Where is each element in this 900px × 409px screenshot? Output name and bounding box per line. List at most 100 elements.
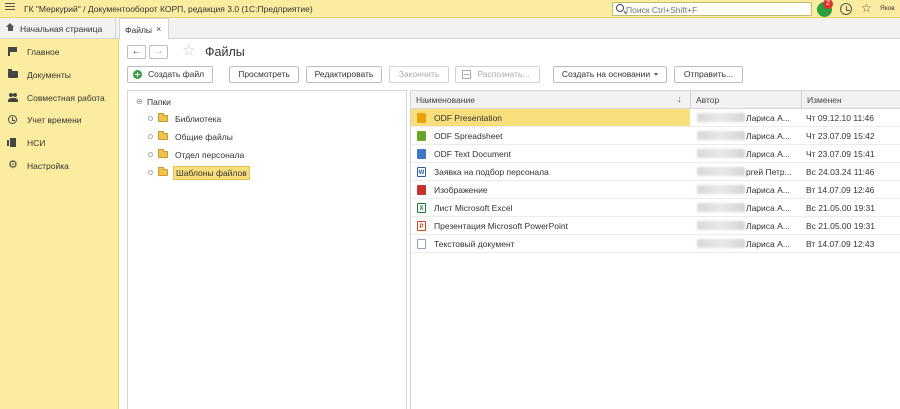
file-modified: Вт 14.07.09 12:43	[806, 239, 875, 249]
name-cell[interactable]: P Презентация Microsoft PowerPoint	[411, 217, 690, 234]
table-row[interactable]: Изображение Лариса А... Вт 14.07.09 12:46	[411, 181, 900, 199]
folder-label: Отдел персонала	[175, 150, 245, 160]
file-list: Наименование ↓ Автор Изменен ODF Present…	[410, 90, 900, 409]
folder-label: Общие файлы	[175, 132, 233, 142]
create-based-on-label: Создать на основании	[561, 69, 651, 79]
column-separator	[690, 91, 691, 109]
sidebar-item-label: НСИ	[27, 138, 46, 148]
tab-home[interactable]: Начальная страница	[0, 18, 116, 39]
file-name: ODF Text Document	[434, 149, 511, 159]
user-name[interactable]: Яков	[880, 5, 895, 12]
tree-folder-library[interactable]: Библиотека	[148, 112, 258, 126]
main-menu-icon[interactable]	[5, 3, 15, 13]
sidebar-item-main[interactable]: Главное	[0, 43, 119, 61]
folder-label: Библиотека	[175, 114, 222, 124]
name-cell[interactable]: W Заявка на подбор персонала	[411, 163, 690, 180]
view-button[interactable]: Просмотреть	[229, 66, 299, 83]
chevron-down-icon	[654, 73, 659, 77]
file-author: ргей Петр...	[746, 167, 792, 177]
table-row[interactable]: W Заявка на подбор персонала ргей Петр... В…	[411, 163, 900, 181]
folder-icon	[158, 131, 168, 140]
search-input[interactable]	[626, 4, 806, 15]
tree-node-dot	[148, 152, 153, 157]
create-file-button[interactable]: Создать файл	[127, 66, 213, 83]
tree-node-dot	[148, 116, 153, 121]
tree-node-dot	[148, 134, 153, 139]
file-name: Заявка на подбор персонала	[434, 167, 549, 177]
table-row[interactable]: X Лист Microsoft Excel Лариса А... Вс 21.05…	[411, 199, 900, 217]
file-odp-icon	[417, 113, 426, 123]
notifications-badge: 2	[823, 0, 833, 9]
file-author: Лариса А...	[746, 239, 790, 249]
main-content: ← → ☆ Файлы Создать файл Просмотреть Ред…	[119, 39, 900, 409]
forward-button[interactable]: →	[149, 45, 168, 59]
folder-icon	[158, 149, 168, 158]
title-bar: ГК "Меркурий" / Документооборот КОРП, ре…	[0, 0, 900, 18]
folder-icon	[8, 69, 18, 78]
file-name: Лист Microsoft Excel	[434, 203, 513, 213]
file-name: ODF Presentation	[434, 113, 503, 123]
file-img-icon	[417, 185, 426, 195]
add-to-favorites-icon[interactable]: ☆	[182, 43, 195, 59]
plus-icon	[133, 70, 142, 79]
edit-button[interactable]: Редактировать	[306, 66, 382, 83]
file-ppt-icon: P	[417, 221, 426, 231]
table-row[interactable]: P Презентация Microsoft PowerPoint Лариса …	[411, 217, 900, 235]
table-row[interactable]: ODF Spreadsheet Лариса А... Чт 23.07.09 15…	[411, 127, 900, 145]
sidebar-item-nsi[interactable]: НСИ	[0, 134, 119, 152]
send-button[interactable]: Отправить...	[674, 66, 743, 83]
folder-icon	[158, 167, 168, 176]
tree-folder-hr[interactable]: Отдел персонала	[148, 148, 258, 162]
file-doc-icon: W	[417, 167, 426, 177]
notifications-button[interactable]: 2	[817, 0, 833, 17]
table-row[interactable]: ODF Presentation Лариса А... Чт 09.12.10 1…	[411, 109, 900, 127]
table-row[interactable]: Текстовый документ Лариса А... Вт 14.07.09…	[411, 235, 900, 253]
tree-node-dot	[148, 170, 153, 175]
tab-files[interactable]: Файлы ×	[119, 18, 169, 40]
name-cell[interactable]: X Лист Microsoft Excel	[411, 199, 690, 216]
gear-icon: ⚙	[8, 159, 18, 171]
tabs-bar: Начальная страница Файлы ×	[0, 18, 900, 40]
sidebar-item-settings[interactable]: ⚙ Настройка	[0, 157, 119, 175]
redacted-author	[697, 203, 745, 212]
file-author: Лариса А...	[746, 113, 790, 123]
folder-tree: ⊖ Папки Библиотека Общие файлы Отдел пер…	[127, 90, 407, 409]
file-author: Лариса А...	[746, 203, 790, 213]
finish-button[interactable]: Закончить	[389, 66, 449, 83]
favorites-icon[interactable]: ☆	[861, 1, 872, 15]
tree-root-label: Папки	[147, 97, 171, 107]
file-name: ODF Spreadsheet	[434, 131, 503, 141]
sidebar-item-documents[interactable]: Документы	[0, 66, 119, 84]
global-search[interactable]	[612, 2, 812, 16]
file-modified: Чт 09.12.10 11:46	[806, 113, 875, 123]
history-icon[interactable]	[840, 3, 852, 15]
sidebar-item-label: Совместная работа	[27, 93, 105, 103]
back-button[interactable]: ←	[127, 45, 146, 59]
page-title: Файлы	[205, 45, 245, 59]
file-txt-icon	[417, 239, 426, 249]
table-row[interactable]: ODF Text Document Лариса А... Чт 23.07.09 …	[411, 145, 900, 163]
name-cell[interactable]: Текстовый документ	[411, 235, 690, 252]
tree-folder-shared[interactable]: Общие файлы	[148, 130, 258, 144]
column-author[interactable]: Автор	[696, 95, 719, 105]
redacted-author	[697, 185, 745, 194]
close-tab-icon[interactable]: ×	[156, 24, 161, 34]
file-modified: Вс 24.03.24 11:46	[806, 167, 875, 177]
recognize-button[interactable]: Распознать...	[455, 66, 540, 83]
sidebar-item-collaboration[interactable]: Совместная работа	[0, 89, 119, 107]
create-based-on-button[interactable]: Создать на основании	[553, 66, 667, 83]
column-modified[interactable]: Изменен	[807, 95, 842, 105]
name-cell[interactable]: ODF Spreadsheet	[411, 127, 690, 144]
file-modified: Чт 23.07.09 15:41	[806, 149, 875, 159]
name-cell[interactable]: ODF Presentation	[411, 109, 690, 126]
name-cell[interactable]: Изображение	[411, 181, 690, 198]
redacted-author	[697, 131, 745, 140]
sidebar-item-time-tracking[interactable]: Учет времени	[0, 111, 119, 129]
tree-folder-templates[interactable]: Шаблоны файлов	[148, 166, 258, 180]
column-name[interactable]: Наименование	[416, 95, 475, 105]
collapse-icon[interactable]: ⊖	[136, 97, 143, 106]
sort-down-icon[interactable]: ↓	[677, 94, 682, 104]
name-cell[interactable]: ODF Text Document	[411, 145, 690, 162]
folder-icon	[158, 113, 168, 122]
tab-home-label: Начальная страница	[20, 24, 103, 34]
